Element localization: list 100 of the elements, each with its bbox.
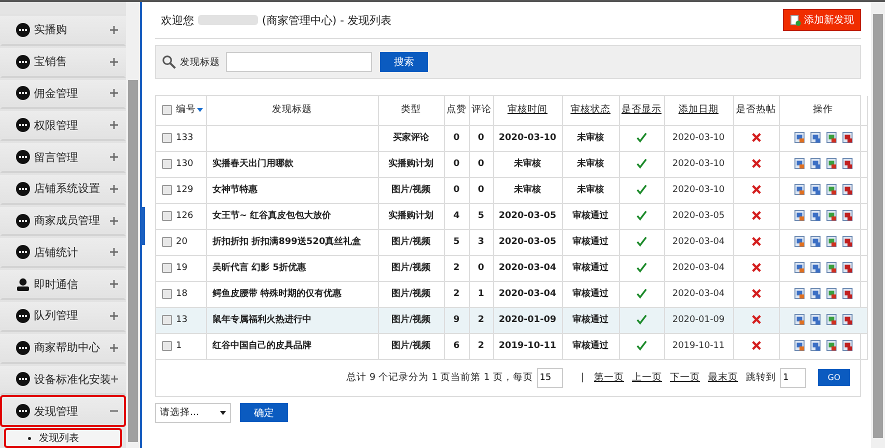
check-icon[interactable] [636,210,647,222]
pagination-link[interactable]: 下一页 [670,371,700,384]
preview-icon[interactable] [810,184,820,196]
preview-icon[interactable] [810,210,820,222]
sidebar-item[interactable]: 权限管理 [0,109,126,142]
row-checkbox[interactable] [162,236,172,247]
select-all-checkbox[interactable] [162,104,172,115]
view-icon[interactable] [794,184,804,196]
search-icon [162,55,176,69]
table-cell: 图片/视频 [391,185,431,195]
collapse-handle[interactable] [140,207,145,245]
cross-icon[interactable] [750,158,762,170]
go-button[interactable]: GO [818,369,850,386]
preview-icon[interactable] [810,132,820,144]
edit-icon[interactable] [826,158,836,170]
edit-icon[interactable] [826,340,836,352]
sidebar-item[interactable]: 即时通信 [0,268,126,300]
delete-icon[interactable] [842,236,852,248]
preview-icon[interactable] [810,158,820,170]
bulk-action-select[interactable]: 请选择... [155,402,231,422]
edit-icon[interactable] [826,210,836,222]
row-checkbox[interactable] [162,262,172,273]
cross-icon[interactable] [750,184,762,196]
preview-icon[interactable] [810,314,820,326]
check-icon[interactable] [636,314,647,326]
preview-icon[interactable] [810,262,820,274]
sidebar-item[interactable]: 店铺系统设置 [0,172,126,205]
row-checkbox[interactable] [162,158,172,169]
preview-icon[interactable] [810,236,820,248]
view-icon[interactable] [794,210,804,222]
check-icon[interactable] [636,340,647,352]
sidebar-item[interactable]: 商家帮助中心 [0,332,126,364]
edit-icon[interactable] [826,132,836,144]
row-checkbox[interactable] [162,314,172,325]
edit-icon[interactable] [826,184,836,196]
sidebar-item[interactable]: 宝销售 [0,46,126,78]
delete-icon[interactable] [842,314,852,326]
check-icon[interactable] [636,158,647,170]
row-checkbox[interactable] [162,210,172,221]
check-icon[interactable] [636,288,647,300]
sidebar-item[interactable]: 发现管理 [0,395,126,428]
column-header[interactable]: 编号 [176,104,196,116]
row-checkbox[interactable] [162,288,172,299]
sidebar-item[interactable]: 留言管理 [0,141,126,173]
cross-icon[interactable] [750,236,762,248]
check-icon[interactable] [636,262,647,274]
pagination-link[interactable]: 最末页 [708,371,738,384]
cross-icon[interactable] [750,132,762,144]
row-checkbox[interactable] [162,132,172,143]
view-icon[interactable] [794,132,804,144]
search-field[interactable] [226,52,372,72]
view-icon[interactable] [794,262,804,274]
plus-icon [110,280,118,288]
confirm-button[interactable]: 确定 [240,403,288,422]
cross-icon[interactable] [750,210,762,222]
edit-icon[interactable] [826,314,836,326]
cross-icon[interactable] [750,314,762,326]
sidebar-item[interactable]: 实播购 [0,14,126,46]
edit-icon[interactable] [826,288,836,300]
view-icon[interactable] [794,158,804,170]
scrollbar[interactable] [871,2,885,448]
edit-icon[interactable] [826,236,836,248]
view-icon[interactable] [794,340,804,352]
page-size-field[interactable]: 15 [536,368,563,388]
scrollbar[interactable] [126,2,140,448]
preview-icon[interactable] [810,340,820,352]
edit-icon[interactable] [826,262,836,274]
pagination-link[interactable]: 第一页 [594,371,624,384]
table-cell: 18 [176,289,188,299]
delete-icon[interactable] [842,262,852,274]
pagination-link[interactable]: 上一页 [632,371,662,384]
cross-icon[interactable] [750,340,762,352]
view-icon[interactable] [794,236,804,248]
search-button[interactable]: 搜索 [380,52,428,72]
add-button[interactable]: 添加新发现 [783,9,861,31]
delete-icon[interactable] [842,340,852,352]
sidebar-item[interactable]: 店铺统计 [0,236,126,268]
sidebar-item[interactable]: 设备标准化安装 [0,364,126,396]
sidebar-item[interactable]: 队列管理 [0,300,126,332]
menu-dots-icon [16,54,30,69]
sidebar-item[interactable]: 佣金管理 [0,78,126,110]
sidebar-subitem[interactable]: 发现列表 [4,428,122,448]
check-icon[interactable] [636,184,647,196]
cross-icon[interactable] [750,288,762,300]
delete-icon[interactable] [842,210,852,222]
sidebar-item[interactable]: 商家成员管理 [0,204,126,236]
view-icon[interactable] [794,288,804,300]
page-jump-field[interactable]: 1 [780,368,806,388]
row-checkbox[interactable] [162,184,172,195]
delete-icon[interactable] [842,184,852,196]
check-icon[interactable] [636,132,647,144]
plus-icon [110,89,118,98]
row-checkbox[interactable] [162,340,172,351]
preview-icon[interactable] [810,288,820,300]
view-icon[interactable] [794,314,804,326]
delete-icon[interactable] [842,158,852,170]
check-icon[interactable] [636,236,647,248]
cross-icon[interactable] [750,262,762,274]
delete-icon[interactable] [842,132,852,144]
delete-icon[interactable] [842,288,852,300]
